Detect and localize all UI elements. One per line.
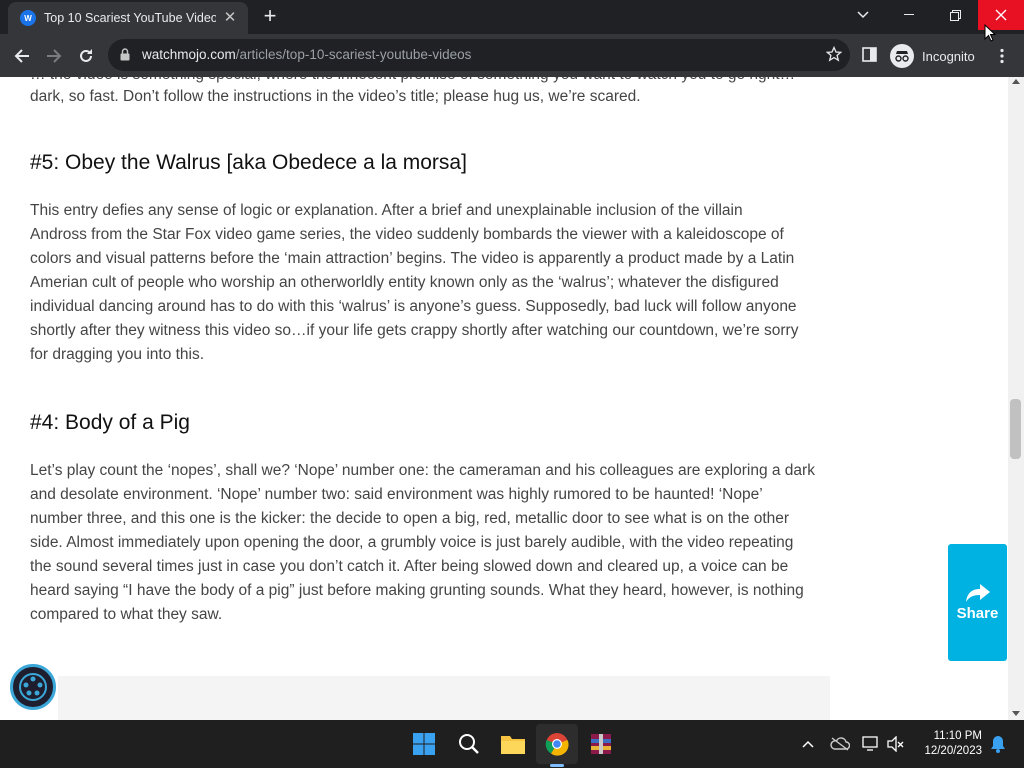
- scrollbar-thumb[interactable]: [1010, 399, 1021, 459]
- winrar-icon[interactable]: [587, 730, 615, 758]
- paragraph-line: Andross from the Star Fox video game ser…: [30, 226, 784, 243]
- windows-taskbar: 11:10 PM 12/20/2023: [0, 720, 1024, 768]
- browser-toolbar: watchmojo.com/articles/top-10-scariest-y…: [0, 34, 1024, 77]
- section-4-paragraph: Let’s play count the ‘nopes’, shall we? …: [30, 459, 835, 627]
- window-minimize-icon[interactable]: [886, 0, 932, 30]
- address-bar[interactable]: watchmojo.com/articles/top-10-scariest-y…: [108, 39, 850, 71]
- more-menu-icon[interactable]: [994, 48, 1010, 64]
- paragraph-line: This entry defies any sense of logic or …: [30, 202, 743, 219]
- lock-icon[interactable]: [120, 48, 130, 66]
- section-5-paragraph: This entry defies any sense of logic or …: [30, 199, 835, 367]
- scroll-down-arrow-icon[interactable]: [1012, 711, 1020, 716]
- share-arrow-icon: [965, 584, 990, 602]
- tray-network-icon[interactable]: [857, 730, 885, 758]
- incognito-profile-button[interactable]: Incognito: [890, 42, 975, 70]
- tray-chevron-up-icon[interactable]: [794, 730, 822, 758]
- paragraph-line: shortly after they witness this video so…: [30, 322, 799, 339]
- active-indicator: [550, 764, 564, 767]
- chrome-taskbar-icon[interactable]: [543, 730, 571, 758]
- mouse-cursor-icon: [984, 23, 997, 47]
- paragraph-line: heard saying “I have the body of a pig” …: [30, 582, 804, 599]
- paragraph-line: Let’s play count the ‘nopes’, shall we? …: [30, 462, 815, 479]
- clock-time: 11:10 PM: [933, 730, 982, 742]
- paragraph-line: colors and visual patterns before the ‘m…: [30, 250, 795, 267]
- tray-onedrive-off-icon[interactable]: [826, 730, 854, 758]
- tray-clock[interactable]: 11:10 PM 12/20/2023: [918, 729, 982, 759]
- page-scrollbar[interactable]: [1008, 77, 1024, 720]
- paragraph-line: dark, so fast. Don’t follow the instruct…: [30, 88, 641, 105]
- new-tab-plus-icon[interactable]: +: [259, 5, 281, 28]
- paragraph-line: individual dancing around has to do with…: [30, 298, 797, 315]
- clock-date: 12/20/2023: [924, 745, 982, 757]
- accessibility-icon: [19, 673, 47, 701]
- file-explorer-icon[interactable]: [499, 730, 527, 758]
- paragraph-line: and desolate environment. ‘Nope’ number …: [30, 486, 763, 503]
- url-host: watchmojo.com: [142, 47, 236, 62]
- url-text[interactable]: watchmojo.com/articles/top-10-scariest-y…: [142, 47, 471, 62]
- paragraph-line: for dragging you into this.: [30, 346, 205, 363]
- paragraph-line: side. Almost immediately upon opening th…: [30, 534, 794, 551]
- tab-strip: W Top 10 Scariest YouTube Videos | ✕ +: [0, 0, 1024, 34]
- notification-bell-icon[interactable]: [984, 730, 1012, 758]
- share-label: Share: [956, 605, 999, 622]
- incognito-icon: [890, 44, 914, 68]
- incognito-label: Incognito: [922, 48, 975, 64]
- share-button[interactable]: Share: [948, 544, 1007, 661]
- browser-tab-active[interactable]: W Top 10 Scariest YouTube Videos | ✕: [8, 2, 248, 34]
- window-restore-icon[interactable]: [932, 0, 978, 30]
- windows-start-icon[interactable]: [410, 730, 438, 758]
- section-heading-4: #4: Body of a Pig: [30, 411, 190, 434]
- forward-arrow-icon[interactable]: [40, 42, 68, 70]
- paragraph-line: the sound several times just in case you…: [30, 558, 789, 575]
- reload-icon[interactable]: [72, 42, 100, 70]
- bookmark-star-icon[interactable]: [825, 45, 843, 67]
- tab-close-icon[interactable]: ✕: [222, 10, 238, 26]
- back-arrow-icon[interactable]: [8, 42, 36, 70]
- paragraph-line: compared to what they saw.: [30, 606, 223, 623]
- section-heading-5: #5: Obey the Walrus [aka Obedece a la mo…: [30, 151, 467, 174]
- tray-volume-muted-icon[interactable]: [882, 730, 910, 758]
- tab-title: Top 10 Scariest YouTube Videos |: [44, 11, 216, 25]
- paragraph-line: Amerian cult of people who worship an ot…: [30, 274, 779, 291]
- side-panel-icon[interactable]: [862, 47, 877, 67]
- accessibility-widget-button[interactable]: [10, 664, 56, 710]
- taskbar-search-icon[interactable]: [455, 730, 483, 758]
- ad-placeholder: [58, 676, 830, 720]
- url-path: /articles/top-10-scariest-youtube-videos: [235, 47, 472, 62]
- tab-search-chevron-icon[interactable]: [850, 4, 876, 26]
- scroll-up-arrow-icon[interactable]: [1012, 79, 1020, 84]
- paragraph-line: number three, and this one is the kicker…: [30, 510, 790, 527]
- page-content: … the video is something special, where …: [0, 77, 1008, 720]
- watchmojo-favicon-icon: W: [20, 10, 36, 26]
